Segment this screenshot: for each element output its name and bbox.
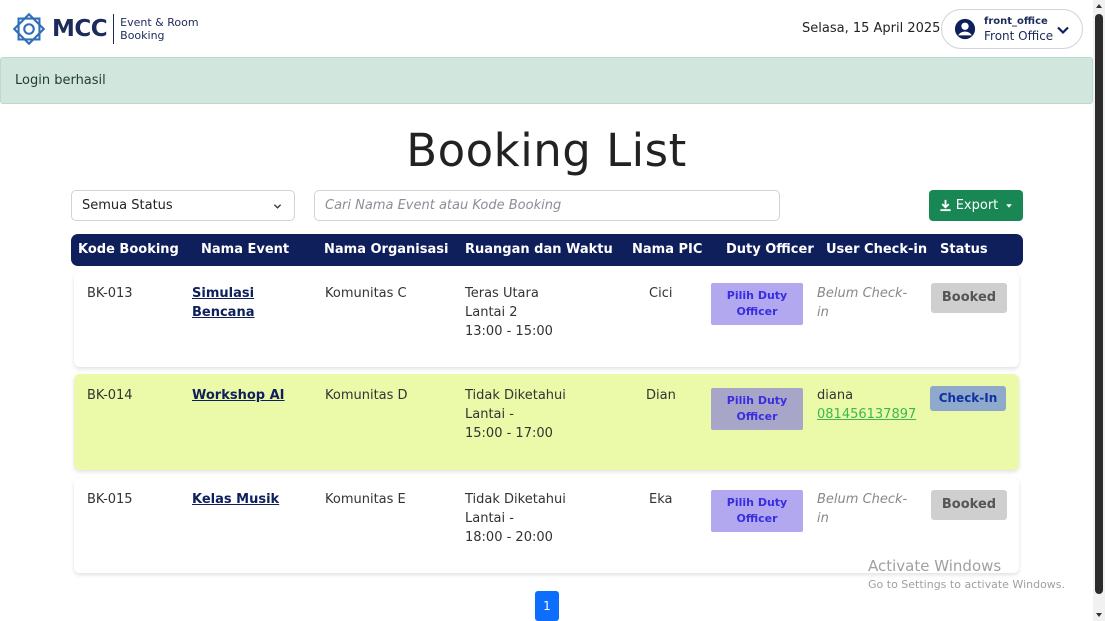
checkin-phone-link[interactable]: 081456137897 bbox=[817, 407, 916, 422]
column-header[interactable]: Nama Organisasi bbox=[324, 242, 448, 257]
room-time: Tidak Diketahui Lantai - 18:00 - 20:00 bbox=[465, 490, 566, 547]
organisasi: Komunitas E bbox=[325, 492, 406, 507]
room-time: Tidak Diketahui Lantai - 15:00 - 17:00 bbox=[465, 386, 566, 443]
status-badge: Booked bbox=[931, 490, 1007, 520]
room-name: Tidak Diketahui bbox=[465, 492, 566, 507]
user-checkin: Belum Check- in bbox=[817, 490, 907, 528]
status-badge: Booked bbox=[931, 283, 1007, 313]
checkin-user: diana bbox=[817, 388, 854, 403]
event-name-link[interactable]: Workshop AI bbox=[192, 386, 285, 405]
logo-sub-line1: Event & Room bbox=[120, 16, 199, 29]
top-header: MCC Event & Room Booking Selasa, 15 Apri… bbox=[0, 0, 1093, 57]
success-alert: Login berhasil bbox=[0, 57, 1093, 104]
export-button[interactable]: Export bbox=[929, 190, 1023, 221]
user-circle-icon bbox=[954, 18, 976, 40]
search-input[interactable] bbox=[314, 190, 780, 221]
page-title: Booking List bbox=[406, 124, 687, 177]
alert-text: Login berhasil bbox=[15, 73, 106, 88]
export-label: Export bbox=[955, 198, 999, 213]
kode-booking: BK-013 bbox=[87, 286, 133, 301]
logo-text: MCC bbox=[52, 16, 108, 42]
room-time: Teras Utara Lantai 2 13:00 - 15:00 bbox=[465, 284, 553, 341]
event-name-link[interactable]: Simulasi Bencana bbox=[192, 284, 255, 322]
scrollbar-thumb[interactable] bbox=[1095, 14, 1103, 594]
room-floor: Lantai 2 bbox=[465, 305, 518, 320]
room-floor: Lantai - bbox=[465, 511, 514, 526]
table-row: BK-014 Workshop AI Komunitas D Tidak Dik… bbox=[74, 374, 1019, 470]
column-header[interactable]: Nama Event bbox=[201, 242, 289, 257]
duty-button-line2: Officer bbox=[736, 512, 778, 525]
column-header[interactable]: Nama PIC bbox=[632, 242, 702, 257]
pic-name: Eka bbox=[649, 492, 673, 507]
room-time-range: 15:00 - 17:00 bbox=[465, 426, 553, 441]
room-name: Teras Utara bbox=[465, 286, 539, 301]
column-header[interactable]: User Check-in bbox=[826, 242, 927, 257]
choose-duty-officer-button[interactable]: Pilih Duty Officer bbox=[711, 388, 803, 430]
user-info: front_office Front Office bbox=[984, 15, 1053, 43]
table-row: BK-013 Simulasi Bencana Komunitas C Tera… bbox=[74, 272, 1019, 367]
mcc-star-logo-icon bbox=[12, 12, 46, 46]
duty-button-line2: Officer bbox=[736, 305, 778, 318]
app-logo[interactable]: MCC Event & Room Booking bbox=[10, 10, 199, 48]
scroll-up-arrow-icon[interactable] bbox=[1095, 2, 1103, 10]
column-header[interactable]: Duty Officer bbox=[726, 242, 814, 257]
user-menu-button[interactable]: front_office Front Office bbox=[941, 9, 1083, 49]
duty-button-line2: Officer bbox=[736, 410, 778, 423]
duty-button-line1: Pilih Duty bbox=[726, 289, 788, 302]
choose-duty-officer-button[interactable]: Pilih Duty Officer bbox=[711, 283, 803, 325]
logo-subtitle: Event & Room Booking bbox=[120, 16, 198, 42]
checkin-status-button[interactable]: Check-In bbox=[930, 386, 1006, 411]
checkin-line1: Belum Check- bbox=[817, 286, 908, 301]
organisasi: Komunitas D bbox=[325, 388, 408, 403]
logo-sub-line2: Booking bbox=[120, 29, 165, 42]
user-checkin: diana 081456137897 bbox=[817, 386, 916, 424]
user-checkin: Belum Check- in bbox=[817, 284, 907, 322]
kode-booking: BK-015 bbox=[87, 492, 133, 507]
header-date: Selasa, 15 April 2025 bbox=[802, 21, 941, 36]
duty-button-line1: Pilih Duty bbox=[726, 496, 788, 509]
pagination-page-button[interactable]: 1 bbox=[535, 591, 559, 621]
room-time-range: 18:00 - 20:00 bbox=[465, 530, 553, 545]
status-filter-select[interactable]: Semua Status bbox=[71, 190, 295, 221]
event-name-line2: Bencana bbox=[192, 305, 255, 320]
event-name-link[interactable]: Kelas Musik bbox=[192, 490, 279, 509]
activate-windows-title: Activate Windows bbox=[868, 557, 1002, 575]
activate-windows-subtitle: Go to Settings to activate Windows. bbox=[868, 578, 1066, 591]
user-name: front_office bbox=[984, 16, 1048, 27]
status-filter-value: Semua Status bbox=[82, 198, 173, 213]
caret-down-icon bbox=[1006, 203, 1013, 208]
column-header[interactable]: Status bbox=[940, 242, 988, 257]
duty-button-line1: Pilih Duty bbox=[726, 394, 788, 407]
kode-booking: BK-014 bbox=[87, 388, 133, 403]
event-name-line1: Simulasi bbox=[192, 286, 255, 301]
download-icon bbox=[940, 199, 951, 212]
chevron-down-icon bbox=[1057, 26, 1069, 35]
column-header[interactable]: Kode Booking bbox=[78, 242, 179, 257]
table-header: Kode Booking Nama Event Nama Organisasi … bbox=[71, 234, 1023, 266]
choose-duty-officer-button[interactable]: Pilih Duty Officer bbox=[711, 490, 803, 532]
room-name: Tidak Diketahui bbox=[465, 388, 566, 403]
checkin-line1: Belum Check- bbox=[817, 492, 908, 507]
user-role: Front Office bbox=[984, 29, 1054, 43]
checkin-line2: in bbox=[817, 305, 829, 320]
pic-name: Cici bbox=[649, 286, 673, 301]
room-time-range: 13:00 - 15:00 bbox=[465, 324, 553, 339]
logo-divider bbox=[113, 14, 115, 44]
organisasi: Komunitas C bbox=[325, 286, 407, 301]
scroll-down-arrow-icon[interactable] bbox=[1095, 611, 1103, 619]
pic-name: Dian bbox=[646, 388, 676, 403]
checkin-line2: in bbox=[817, 511, 829, 526]
column-header[interactable]: Ruangan dan Waktu bbox=[465, 242, 613, 257]
chevron-down-icon bbox=[273, 204, 282, 209]
room-floor: Lantai - bbox=[465, 407, 514, 422]
